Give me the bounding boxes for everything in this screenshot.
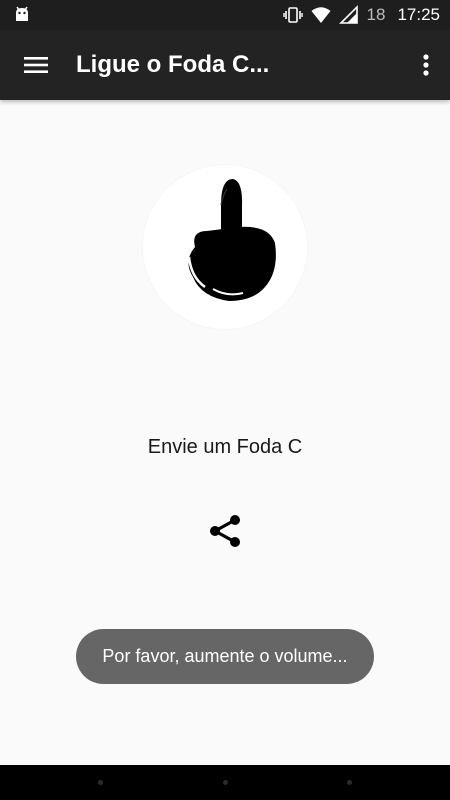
page-title: Ligue o Foda C... bbox=[76, 51, 270, 78]
logo-button[interactable] bbox=[143, 165, 307, 329]
status-bar: 18 17:25 bbox=[0, 0, 450, 30]
vibrate-icon bbox=[282, 7, 303, 23]
battery-level: 18 bbox=[366, 5, 386, 24]
android-icon bbox=[16, 6, 28, 21]
share-button[interactable] bbox=[203, 509, 247, 553]
app-screen: 18 17:25 Ligue o Foda C... Envie um Foda… bbox=[0, 0, 450, 800]
clock: 17:25 bbox=[397, 5, 440, 24]
share-icon bbox=[210, 515, 240, 547]
navigation-bar bbox=[0, 765, 450, 800]
middle-finger-hand-icon bbox=[187, 179, 276, 301]
recents-button[interactable] bbox=[347, 780, 352, 785]
home-button[interactable] bbox=[223, 780, 228, 785]
overflow-menu-button[interactable] bbox=[406, 41, 446, 89]
app-bar: Ligue o Foda C... bbox=[0, 30, 450, 100]
caption-text: Envie um Foda C bbox=[147, 436, 303, 458]
more-vert-icon bbox=[423, 54, 429, 76]
toast-message: Por favor, aumente o volume... bbox=[76, 629, 374, 684]
back-button[interactable] bbox=[98, 780, 103, 785]
hamburger-menu-icon bbox=[24, 57, 48, 73]
menu-button[interactable] bbox=[12, 41, 60, 89]
status-right-group: 18 17:25 bbox=[282, 0, 440, 30]
signal-icon bbox=[338, 5, 358, 24]
wifi-icon bbox=[311, 7, 331, 23]
